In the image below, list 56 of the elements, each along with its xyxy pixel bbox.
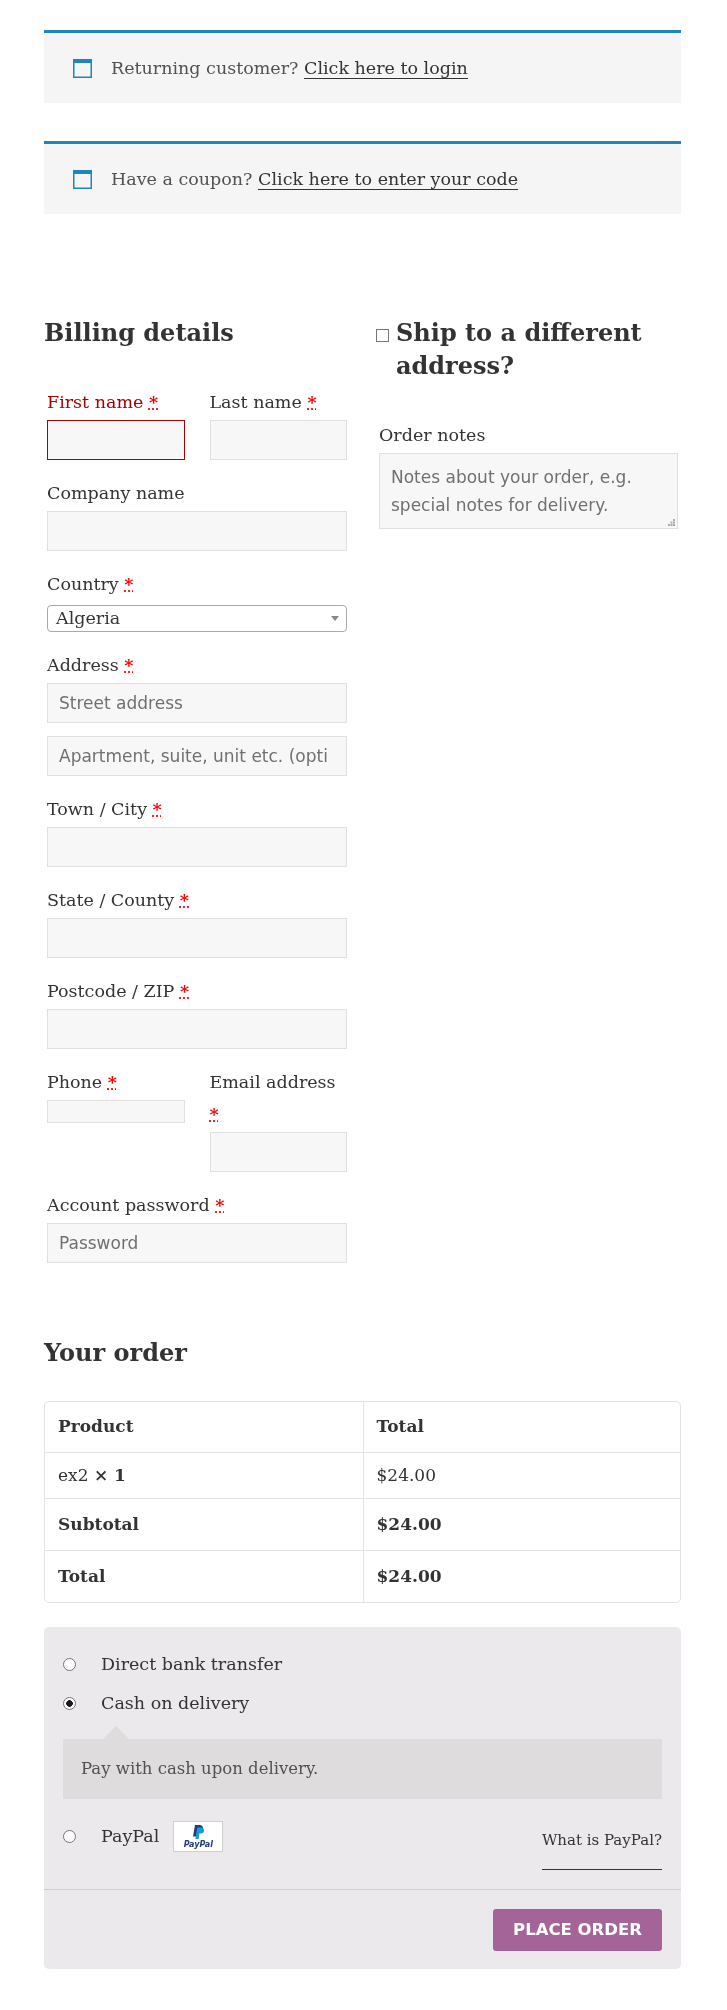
field-label: First name	[47, 392, 144, 412]
required-asterisk: *	[209, 1104, 219, 1124]
payment-method-label[interactable]: Cash on delivery	[101, 1690, 250, 1717]
required-asterisk: *	[307, 392, 317, 412]
required-asterisk: *	[124, 655, 134, 675]
radio-button[interactable]	[63, 1658, 76, 1671]
radio-button[interactable]	[63, 1830, 76, 1843]
field-label: Country	[47, 574, 119, 594]
column-header: Total	[362, 1402, 680, 1452]
payment-description: Pay with cash upon delivery.	[63, 1726, 662, 1799]
section-heading: Your order	[44, 1337, 188, 1369]
required-asterisk: *	[179, 890, 189, 910]
input-field[interactable]	[47, 420, 185, 460]
field-label: Address	[47, 655, 119, 675]
field-label: Order notes	[379, 425, 486, 445]
field-label: Last name	[209, 392, 302, 412]
required-asterisk: *	[148, 392, 159, 412]
window-icon	[73, 169, 92, 189]
notice-text: Have a coupon? Click here to enter your code	[111, 167, 519, 192]
notice-link[interactable]: Click here to enter your code	[258, 168, 519, 190]
required-asterisk: *	[124, 574, 134, 594]
table-cell: $24.00	[362, 1452, 680, 1498]
select-field[interactable]: Algeria	[47, 605, 347, 632]
checkbox[interactable]	[376, 329, 389, 342]
notice-link[interactable]: Click here to login	[304, 57, 468, 79]
notice-text: Returning customer? Click here to login	[111, 56, 468, 81]
table-cell: Subtotal	[45, 1498, 363, 1550]
required-asterisk: *	[152, 799, 162, 819]
table-cell: ex2 × 1	[45, 1452, 363, 1498]
field-label: Town / City	[47, 799, 148, 819]
section-heading: Ship to a different address?	[396, 317, 643, 382]
field-label: State / County	[47, 890, 175, 910]
column-header: Product	[57, 1415, 135, 1439]
table-cell: Total	[45, 1550, 363, 1602]
required-asterisk: *	[107, 1072, 117, 1092]
radio-button[interactable]	[63, 1697, 76, 1710]
caret-icon	[331, 616, 339, 621]
required-asterisk: *	[215, 1195, 225, 1215]
logo-mark-icon	[192, 1824, 205, 1839]
info-link[interactable]: What is PayPal?	[541, 1829, 662, 1870]
field-label: Email address	[209, 1072, 336, 1092]
window-icon	[73, 58, 92, 78]
field-label: Postcode / ZIP	[47, 981, 175, 1001]
field-label: Account password	[47, 1195, 210, 1215]
place-order-button[interactable]: PLACE ORDER	[493, 1909, 662, 1951]
payment-method-label[interactable]: PayPal	[101, 1823, 160, 1850]
textarea-field[interactable]: Notes about your order, e.g. special notes for delivery.	[379, 453, 678, 529]
resize-grip-icon[interactable]	[668, 519, 675, 526]
required-asterisk: *	[179, 981, 190, 1001]
section-heading: Billing details	[44, 317, 235, 349]
field-label: Company name	[47, 483, 185, 503]
payment-method-label[interactable]: Direct bank transfer	[101, 1651, 283, 1678]
table-cell: $24.00	[362, 1498, 680, 1550]
logo-wordmark: PayPal	[183, 1839, 213, 1849]
field-label: Phone	[47, 1072, 103, 1092]
table-cell: $24.00	[362, 1550, 680, 1602]
